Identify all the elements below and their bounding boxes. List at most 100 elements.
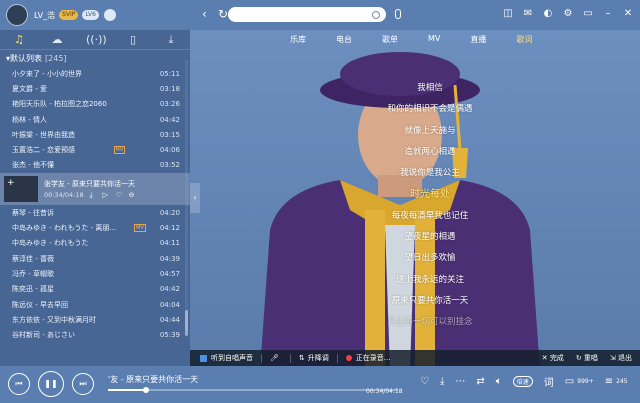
progress-handle[interactable] — [142, 387, 149, 393]
play-icon[interactable]: ▷ — [103, 191, 110, 199]
cloud-icon[interactable]: ☁ — [48, 32, 66, 48]
skin-icon[interactable]: ◐ — [542, 8, 554, 20]
playlist-icon[interactable]: ≡ — [605, 376, 613, 387]
more-icon[interactable]: ⊖ — [129, 191, 136, 199]
nav-tab[interactable]: 直播 — [470, 34, 486, 45]
song-row[interactable]: 陈远仪 - 早去早回 04:04 — [0, 297, 190, 312]
song-title: 陈奕迅 - 孤星 — [12, 285, 54, 294]
list-scrollbar-track[interactable] — [185, 60, 188, 330]
settings-icon[interactable]: ⚙ — [562, 8, 574, 20]
progress-bar[interactable] — [108, 387, 398, 393]
refresh-icon[interactable]: ↻ — [218, 7, 228, 21]
lyric-line: 和你的相识不会是偶遇 — [387, 104, 473, 115]
nav-tab[interactable]: 歌单 — [382, 34, 398, 45]
song-row[interactable]: 陈奕迅 - 孤星 04:42 — [0, 282, 190, 297]
song-row[interactable]: 蔡淳佳 - 薔薇 04:39 — [0, 251, 190, 266]
lyric-line: 凡尘俗一切可以别挂念 — [387, 317, 473, 328]
download-icon[interactable]: ⤓ — [440, 376, 444, 387]
divider — [261, 353, 262, 363]
song-duration: 03:15 — [159, 130, 180, 139]
song-row[interactable]: 玉置浩二 - 恋爱预感 MV 04:06 — [0, 142, 190, 157]
minimize-icon[interactable]: – — [602, 8, 614, 20]
radio-icon[interactable]: ((·)) — [86, 32, 107, 48]
search-input[interactable] — [228, 7, 386, 22]
song-title: 蔡琴 - 往昔诉 — [12, 208, 54, 217]
current-song-row[interactable]: + 张学友 - 原来只要共你活一天 00:34/04:18 ⤓ ▷ ♡ ⊖ — [0, 173, 190, 206]
download-icon[interactable]: ⤓ — [162, 32, 180, 48]
song-row[interactable]: 小夕来了 - 小小的世界 05:11 — [0, 66, 190, 81]
volume-icon[interactable]: 🔈︎ — [496, 376, 502, 387]
song-duration: 03:18 — [159, 84, 180, 93]
heart-icon[interactable]: ♡ — [420, 376, 429, 387]
playback-time: 00:34/04:18 — [366, 388, 403, 395]
redo-button[interactable]: ↻ 重唱 — [576, 353, 598, 363]
more-icon[interactable]: ⋯ — [455, 376, 465, 387]
lyric-line: 望日出多欢愉 — [404, 253, 456, 264]
user-avatar[interactable] — [6, 4, 28, 26]
list-scrollbar-thumb[interactable] — [185, 310, 188, 336]
song-title: 陈远仪 - 早去早回 — [12, 300, 68, 309]
search-icon[interactable] — [372, 10, 380, 19]
song-row[interactable]: 杨林 - 情人 04:42 — [0, 112, 190, 127]
speed-button[interactable]: 倍速 — [512, 376, 533, 387]
next-button[interactable]: ⏭ — [72, 373, 94, 395]
song-row[interactable]: 中岛みゆき - われもうた 04:11 — [0, 236, 190, 251]
song-duration: 04:42 — [159, 115, 180, 124]
skin-icon[interactable] — [103, 9, 116, 21]
pause-button[interactable]: ❚❚ — [38, 371, 64, 397]
lyric-line: 望夜星的相遇 — [404, 232, 456, 243]
previous-button[interactable]: ⏮ — [8, 373, 30, 395]
user-name[interactable]: LV_浩 — [34, 10, 55, 21]
game-icon[interactable]: ◫ — [502, 8, 514, 20]
done-button[interactable]: ✕ 完成 — [542, 353, 564, 363]
heart-icon[interactable]: ♡ — [116, 191, 123, 199]
music-player-window: LV_浩 SVIP LV6 ‹ ↻ ◫ ✉ ◐ ⚙ ▭ – ✕ ♫ ☁ ((·)… — [0, 0, 640, 403]
back-arrow-icon[interactable]: ‹ — [202, 7, 207, 21]
song-row[interactable]: 艳阳天乐队 - 柏拉图之恋2060 03:26 — [0, 97, 190, 112]
song-title: 艳阳天乐队 - 柏拉图之恋2060 — [12, 100, 107, 109]
song-row[interactable]: 东方依依 - 又到中秋满月时 04:44 — [0, 312, 190, 327]
lyrics-toggle[interactable]: 词 — [544, 374, 554, 389]
title-bar-controls: ◫ ✉ ◐ ⚙ ▭ – ✕ — [502, 8, 634, 20]
nav-tab[interactable]: 电台 — [336, 34, 352, 45]
nav-tab[interactable]: 歌词 — [516, 34, 532, 45]
mv-tag[interactable]: MV — [113, 146, 126, 155]
song-row[interactable]: 夏文爵 - 爱 03:18 — [0, 81, 190, 96]
mini-mode-icon[interactable]: ▭ — [582, 8, 594, 20]
download-icon[interactable]: ⤓ — [90, 191, 97, 199]
song-row[interactable]: 张杰 - 他不懂 03:52 — [0, 158, 190, 173]
microphone-icon[interactable] — [395, 9, 401, 19]
device-icon[interactable]: ▯ — [124, 32, 142, 48]
song-duration: 04:11 — [159, 239, 180, 248]
close-icon[interactable]: ✕ — [622, 8, 634, 20]
nav-tab[interactable]: MV — [428, 34, 440, 45]
lyrics-panel: 我相信 和你的相识不会是偶遇 就像上天施与 造就两心相遇 我说你是我公主 时光每处 每夜每清… — [330, 78, 530, 334]
song-duration: 04:42 — [159, 285, 180, 294]
song-duration: 04:39 — [159, 254, 180, 263]
plus-icon[interactable]: + — [7, 178, 15, 188]
song-row[interactable]: 冯乔 - 草帽歌 04:57 — [0, 266, 190, 281]
listen-checkbox[interactable] — [200, 354, 207, 362]
song-row[interactable]: 叶振棠 - 世界由我造 03:15 — [0, 127, 190, 142]
list-header[interactable]: ▾ 默认列表 [245] — [0, 50, 190, 66]
music-note-icon[interactable]: ♫ — [10, 32, 28, 48]
song-row[interactable]: 蔡琴 - 往昔诉 04:20 — [0, 205, 190, 220]
song-title: 蔡淳佳 - 薔薇 — [12, 254, 54, 263]
microphone-icon[interactable]: 🎤︎ — [270, 354, 279, 362]
comment-icon[interactable]: ▭ — [565, 376, 574, 387]
nav-tab[interactable]: 乐库 — [290, 34, 306, 45]
tune-button[interactable]: 升降调 — [308, 353, 329, 363]
listen-label[interactable]: 听到自唱声音 — [211, 353, 253, 363]
song-duration: 04:44 — [159, 315, 180, 324]
song-title: 中岛みゆき - われもうた - 离朋... — [12, 224, 117, 233]
song-row[interactable]: 谷村新司 - あじさい 05:39 — [0, 327, 190, 342]
message-icon[interactable]: ✉ — [522, 8, 534, 20]
tune-icon: ⇅ — [298, 354, 305, 362]
repeat-icon[interactable]: ⇄ — [476, 376, 484, 387]
level-badge: LV6 — [82, 10, 99, 20]
queue-count: 245 — [616, 378, 628, 385]
song-row[interactable]: 中岛みゆき - われもうた - 离朋... MV 04:12 — [0, 220, 190, 235]
mv-tag[interactable]: MV — [134, 224, 146, 233]
exit-button[interactable]: ⇲ 退出 — [610, 353, 632, 363]
collapse-sidebar-button[interactable]: ‹ — [190, 183, 200, 213]
